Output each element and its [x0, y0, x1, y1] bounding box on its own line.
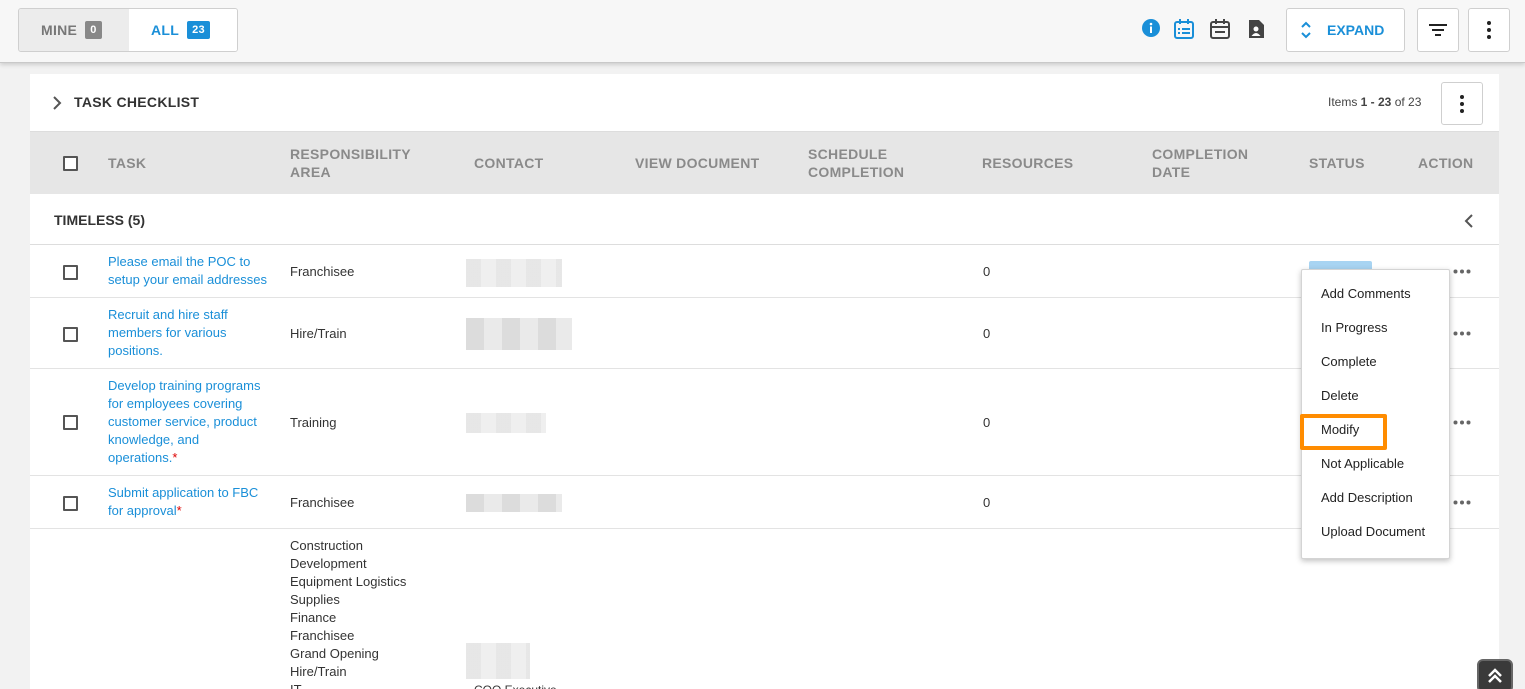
contact-name: COO Executive — [474, 681, 557, 689]
col-status[interactable]: STATUS — [1309, 154, 1365, 172]
panel-more-button[interactable] — [1441, 82, 1483, 125]
all-tab[interactable]: ALL 23 — [129, 9, 237, 51]
more-horizontal-icon[interactable] — [1453, 500, 1471, 505]
menu-item-complete[interactable]: Complete — [1321, 354, 1377, 369]
ownership-toggle: MINE 0 ALL 23 — [18, 8, 238, 52]
table-row: Recruit and hire staff members for variou… — [30, 298, 1499, 369]
col-schedule-completion[interactable]: SCHEDULE COMPLETION — [808, 145, 904, 181]
required-marker: * — [176, 503, 182, 518]
required-marker: * — [172, 450, 178, 465]
more-horizontal-icon[interactable] — [1453, 269, 1471, 274]
menu-item-not-applicable[interactable]: Not Applicable — [1321, 456, 1404, 471]
responsibility-area: Franchisee — [290, 264, 355, 279]
items-count: Items 1 - 23 of 23 — [1328, 95, 1422, 109]
expand-label: EXPAND — [1327, 22, 1385, 38]
contact-redacted — [466, 259, 562, 287]
col-resources[interactable]: RESOURCES — [982, 154, 1073, 172]
responsibility-area: Franchisee — [290, 495, 355, 510]
mine-count-badge: 0 — [85, 21, 102, 39]
more-horizontal-icon[interactable] — [1453, 331, 1471, 336]
group-row-timeless: TIMELESS (5) — [30, 194, 1499, 245]
more-vertical-icon — [1487, 21, 1491, 39]
menu-item-in-progress[interactable]: In Progress — [1321, 320, 1387, 335]
double-chevron-up-icon — [1488, 668, 1502, 683]
more-options-button[interactable] — [1468, 8, 1510, 52]
select-all-checkbox[interactable] — [63, 156, 78, 171]
resources-count: 0 — [983, 495, 991, 510]
row-checkbox[interactable] — [63, 496, 78, 511]
row-checkbox[interactable] — [63, 327, 78, 342]
col-task[interactable]: TASK — [108, 154, 146, 172]
row-checkbox[interactable] — [63, 265, 78, 280]
table-row: Submit application to FBC for approval* F… — [30, 476, 1499, 529]
expand-button[interactable]: EXPAND — [1286, 8, 1405, 52]
panel-title: TASK CHECKLIST — [74, 94, 200, 110]
col-responsibility-area[interactable]: RESPONSIBILITY AREA — [290, 145, 411, 181]
all-label: ALL — [151, 22, 180, 38]
calendar-icon[interactable] — [1209, 18, 1231, 40]
responsibility-area-list: Construction Development Equipment Logis… — [290, 538, 407, 689]
user-document-icon[interactable] — [1245, 18, 1267, 40]
calendar-list-icon[interactable] — [1173, 18, 1195, 40]
responsibility-area: Training — [290, 415, 337, 430]
contact-redacted — [466, 318, 572, 350]
contact-redacted — [466, 494, 562, 512]
scroll-to-top-button[interactable] — [1477, 659, 1513, 689]
filter-icon — [1429, 24, 1447, 36]
menu-item-upload-document[interactable]: Upload Document — [1321, 524, 1425, 539]
chevron-right-icon[interactable] — [52, 96, 62, 110]
col-view-document[interactable]: VIEW DOCUMENT — [635, 154, 759, 172]
menu-item-add-description[interactable]: Add Description — [1321, 490, 1413, 505]
responsibility-area: Hire/Train — [290, 326, 347, 341]
table-header: TASK RESPONSIBILITY AREA CONTACT VIEW DOC… — [30, 132, 1499, 194]
contact-redacted — [466, 643, 530, 679]
all-count-badge: 23 — [187, 21, 210, 39]
task-link[interactable]: Develop training programs for employees c… — [108, 377, 278, 467]
row-checkbox[interactable] — [63, 415, 78, 430]
table-row: Please email the POC to setup your email … — [30, 245, 1499, 298]
chevron-left-icon[interactable] — [1464, 214, 1474, 228]
menu-item-delete[interactable]: Delete — [1321, 388, 1359, 403]
resources-count: 0 — [983, 264, 991, 279]
more-vertical-icon — [1460, 94, 1464, 113]
col-action: ACTION — [1418, 155, 1474, 171]
panel-header: TASK CHECKLIST Items 1 - 23 of 23 — [30, 74, 1499, 132]
info-icon[interactable] — [1141, 18, 1163, 40]
expand-collapse-icon — [1301, 21, 1311, 39]
table-row: Develop training programs for employees c… — [30, 369, 1499, 476]
task-link[interactable]: Recruit and hire staff members for variou… — [108, 306, 278, 360]
mine-tab[interactable]: MINE 0 — [19, 9, 129, 51]
col-contact[interactable]: CONTACT — [474, 154, 544, 172]
table-row: Construction Development Equipment Logis… — [30, 529, 1499, 689]
task-link[interactable]: Submit application to FBC for approval* — [108, 484, 278, 520]
filter-button[interactable] — [1417, 8, 1459, 52]
mine-label: MINE — [41, 22, 78, 38]
menu-item-add-comments[interactable]: Add Comments — [1321, 286, 1411, 301]
resources-count: 0 — [983, 415, 991, 430]
top-toolbar: MINE 0 ALL 23 EXPAND — [0, 0, 1525, 63]
group-title: TIMELESS (5) — [54, 212, 146, 228]
task-link[interactable]: Please email the POC to setup your email … — [108, 253, 278, 289]
more-horizontal-icon[interactable] — [1453, 420, 1471, 425]
modify-highlight-box — [1300, 414, 1387, 450]
task-checklist-panel: TASK CHECKLIST Items 1 - 23 of 23 TASK R… — [30, 74, 1499, 689]
col-completion-date[interactable]: COMPLETION DATE — [1152, 145, 1248, 181]
resources-count: 0 — [983, 326, 991, 341]
contact-redacted — [466, 413, 546, 433]
